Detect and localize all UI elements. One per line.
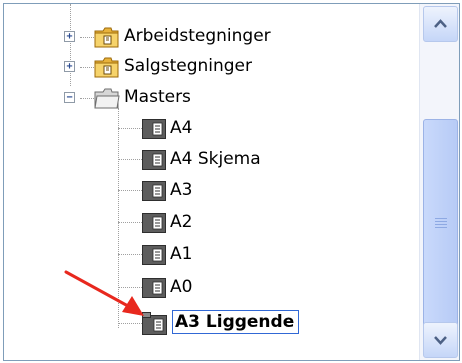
master-page-icon xyxy=(142,245,166,265)
scroll-up-button[interactable] xyxy=(423,6,458,42)
thumb-grip xyxy=(435,224,447,225)
tree-item-label: Salgstegninger xyxy=(124,56,253,76)
scroll-down-icon xyxy=(434,336,447,345)
tree-item-masters[interactable]: − Masters xyxy=(4,83,420,113)
master-page-icon xyxy=(142,119,166,139)
vertical-scrollbar[interactable] xyxy=(419,4,459,360)
scroll-down-button[interactable] xyxy=(423,322,458,358)
master-page-icon xyxy=(142,181,166,201)
tree-item-label: A4 Skjema xyxy=(170,149,261,169)
tree-item-label: A4 xyxy=(170,118,193,138)
thumb-grip xyxy=(435,227,447,228)
scroll-up-icon xyxy=(434,19,447,28)
tree-item-label: A0 xyxy=(170,277,193,297)
scrollbar-thumb[interactable] xyxy=(423,119,458,331)
tree-item-arbeidstegninger[interactable]: + Arbeidstegninger xyxy=(4,22,420,52)
tree-view-panel: + Arbeidstegninger + Salgstegninger − Ma… xyxy=(3,3,460,361)
tree-item-a4-skjema[interactable]: A4 Skjema xyxy=(4,145,420,175)
expand-plus-icon[interactable]: + xyxy=(64,31,75,42)
tree-item-a4[interactable]: A4 xyxy=(4,114,420,144)
thumb-grip xyxy=(435,221,447,222)
tree-item-label: A2 xyxy=(170,212,193,232)
folder-open-icon xyxy=(94,88,120,109)
tree-item-a2[interactable]: A2 xyxy=(4,208,420,238)
tree-item-salgstegninger[interactable]: + Salgstegninger xyxy=(4,52,420,82)
tree-item-label-editing[interactable]: A3 Liggende xyxy=(172,310,300,334)
tree-item-label: Masters xyxy=(124,87,191,107)
folder-icon xyxy=(94,57,119,78)
thumb-grip xyxy=(435,218,447,219)
red-arrow-icon xyxy=(64,270,144,316)
tree-item-label: A1 xyxy=(170,244,193,264)
master-page-icon xyxy=(142,213,166,233)
tree-item-label: A3 xyxy=(170,180,193,200)
master-page-icon xyxy=(142,150,166,170)
tree-item-label: Arbeidstegninger xyxy=(124,26,271,46)
tree-item-a3[interactable]: A3 xyxy=(4,176,420,206)
folder-icon xyxy=(94,27,119,48)
collapse-minus-icon[interactable]: − xyxy=(64,92,75,103)
expand-plus-icon[interactable]: + xyxy=(64,61,75,72)
tree-view: + Arbeidstegninger + Salgstegninger − Ma… xyxy=(4,4,420,360)
